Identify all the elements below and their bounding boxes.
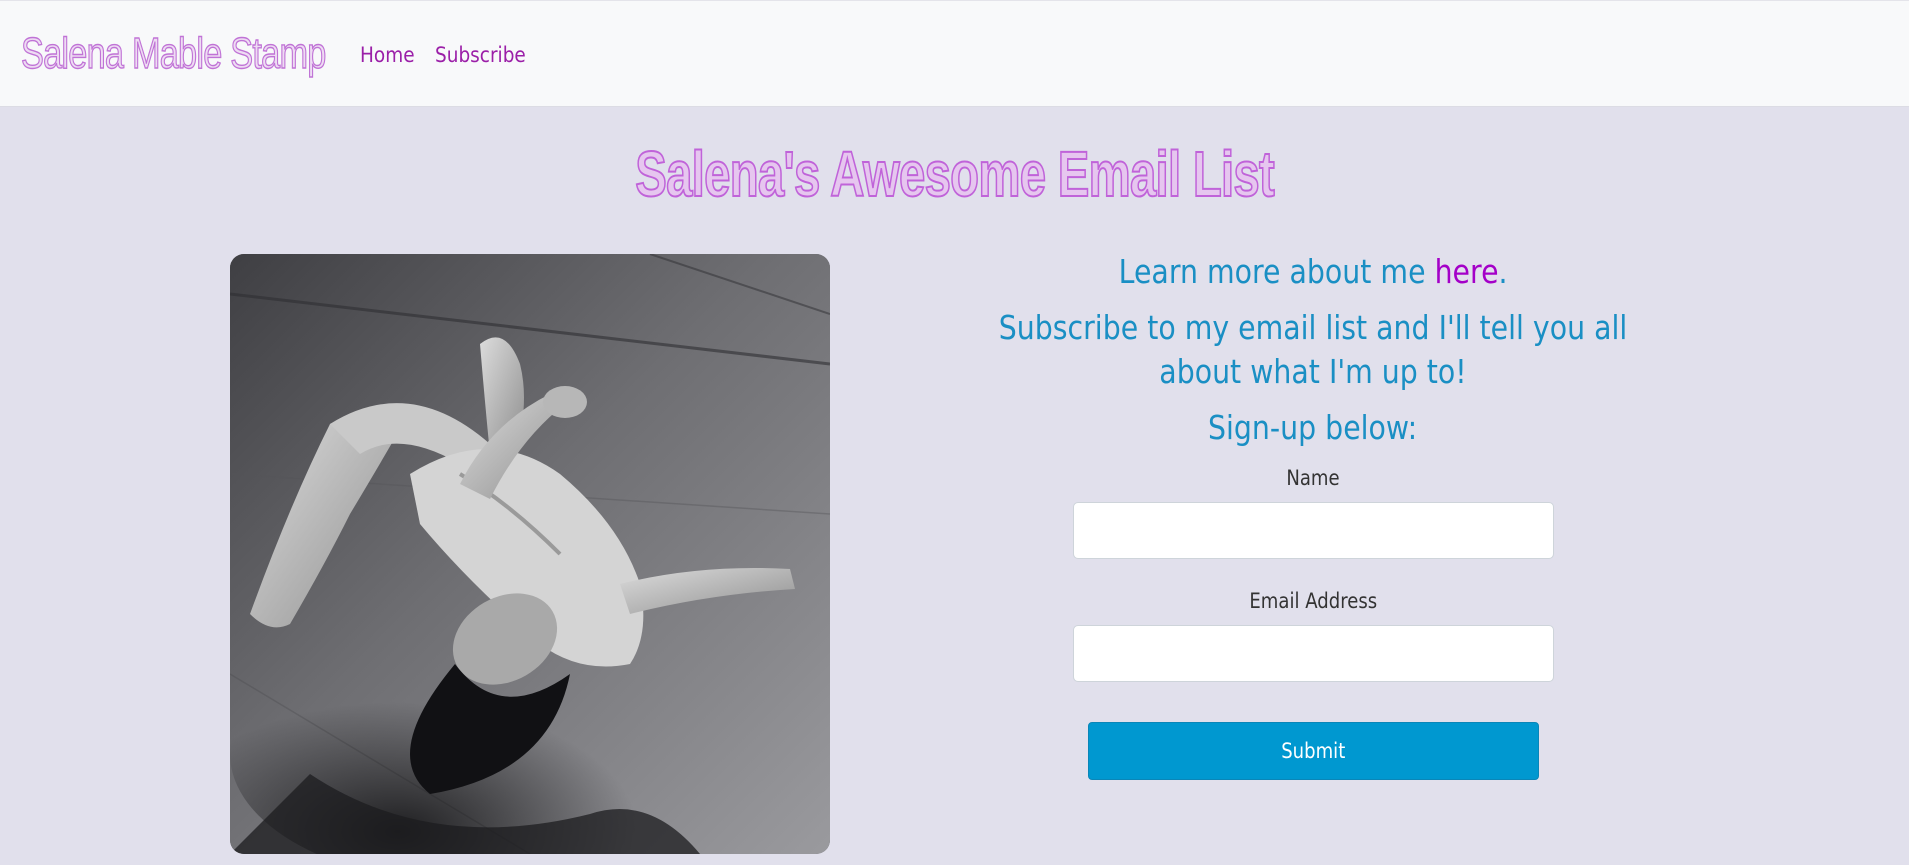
brand-logo-link[interactable]: Salena Mable Stamp	[20, 27, 326, 81]
nav-link-subscribe[interactable]: Subscribe	[435, 41, 526, 69]
learn-more-link[interactable]: here	[1434, 252, 1498, 291]
submit-button[interactable]: Submit	[1087, 722, 1539, 780]
name-label-text: Name	[1286, 466, 1340, 490]
profile-photo	[230, 254, 830, 854]
subscribe-text-content: Subscribe to my email list and I'll tell…	[998, 308, 1628, 391]
page-title-text: Salena's Awesome Email List	[634, 137, 1275, 211]
subscribe-text: Subscribe to my email list and I'll tell…	[960, 306, 1666, 394]
navbar: Salena Mable Stamp Home Subscribe	[0, 0, 1909, 107]
signup-heading-text: Sign-up below:	[1208, 408, 1418, 447]
learn-more-suffix: .	[1498, 252, 1508, 291]
name-input[interactable]	[1072, 502, 1554, 559]
name-label: Name	[960, 464, 1666, 492]
learn-more-text: Learn more about me here.	[960, 250, 1666, 294]
email-label-text: Email Address	[1249, 589, 1377, 613]
email-label: Email Address	[960, 587, 1666, 615]
email-input[interactable]	[1072, 625, 1554, 682]
page-title: Salena's Awesome Email List	[0, 137, 1909, 211]
nav-link-home[interactable]: Home	[360, 41, 415, 69]
signup-section: Learn more about me here. Subscribe to m…	[960, 250, 1666, 780]
submit-button-label: Submit	[1280, 739, 1346, 763]
learn-more-prefix: Learn more about me	[1118, 252, 1435, 291]
dancer-photo-image	[230, 254, 830, 854]
signup-heading: Sign-up below:	[960, 406, 1666, 450]
signup-form: Name Email Address Submit	[960, 464, 1666, 780]
